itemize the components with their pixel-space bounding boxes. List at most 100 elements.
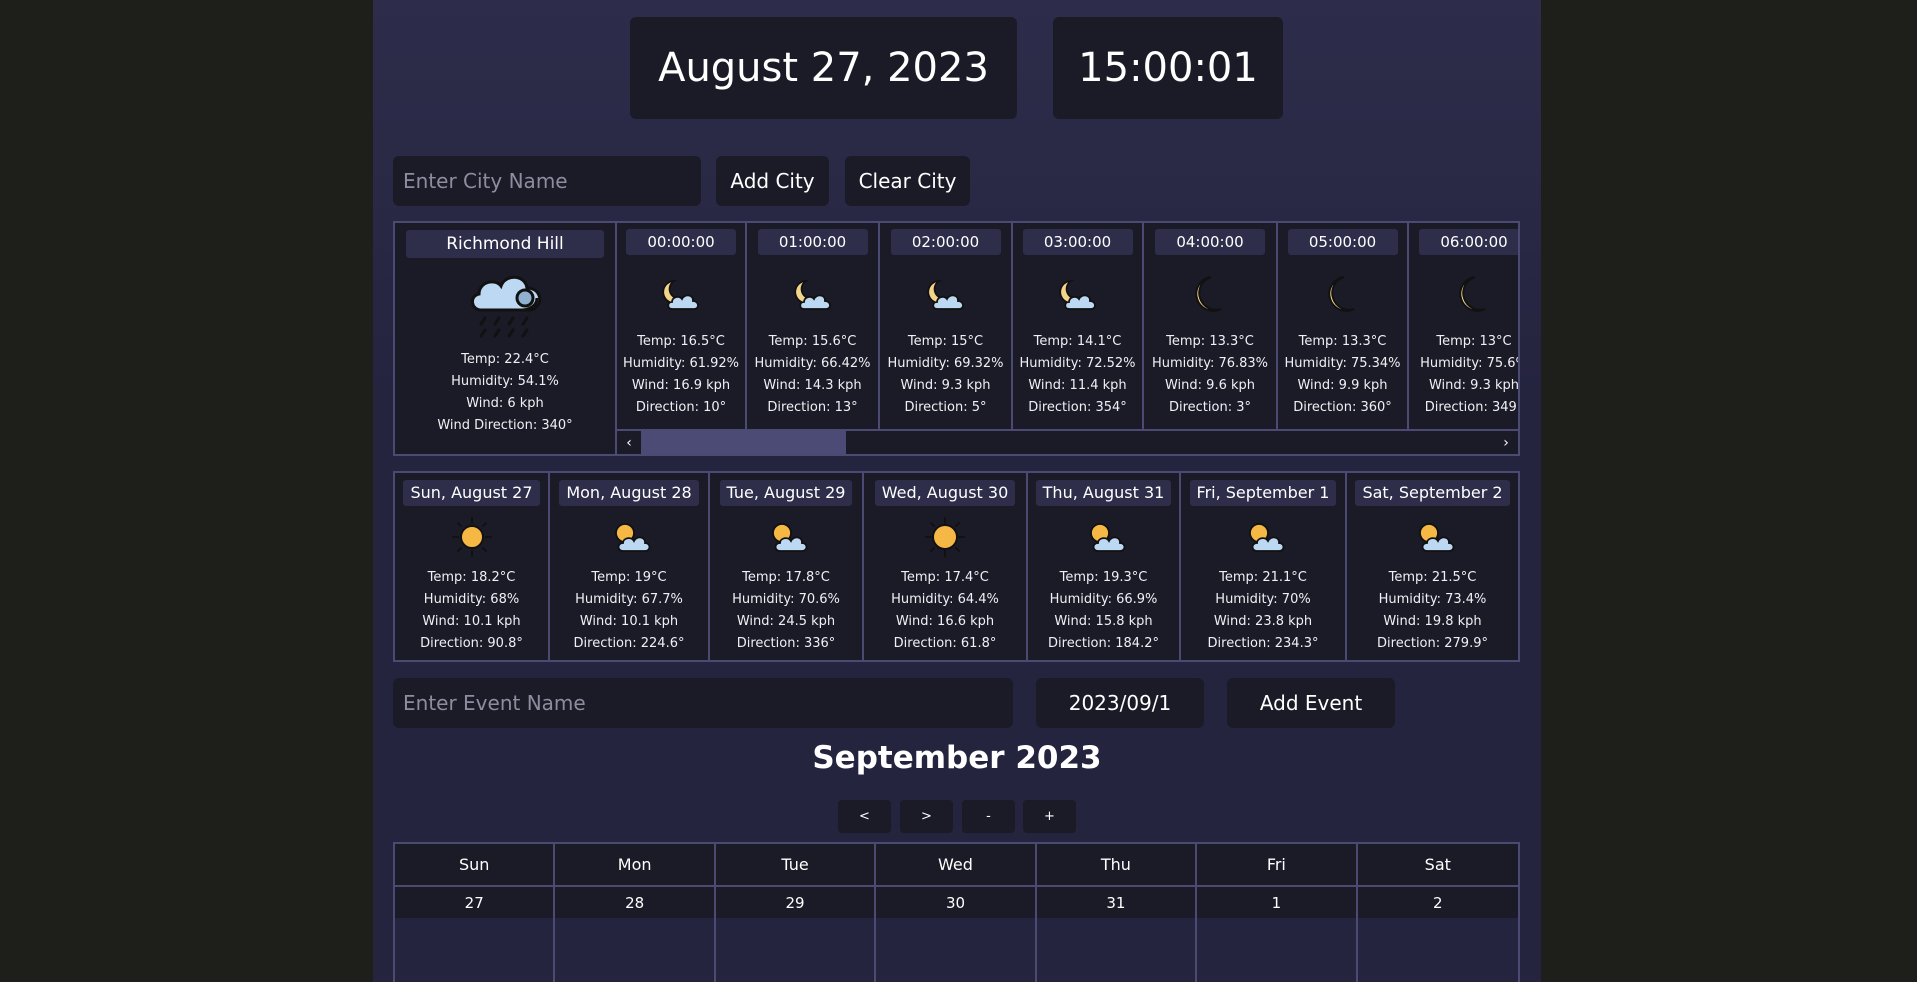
day-wind: Wind: 15.8 kph <box>1054 614 1153 629</box>
day-temp: Temp: 17.8°C <box>742 570 830 585</box>
day-direction: Direction: 279.9° <box>1377 636 1488 651</box>
hour-card: 01:00:00 Temp: 15.6°C Humidity: 66.42% W… <box>747 223 880 429</box>
day-temp: Temp: 19.3°C <box>1059 570 1148 585</box>
calendar-day-number[interactable]: 2 <box>1357 887 1518 918</box>
day-card: Tue, August 29 Temp: 17.8°C Humidity: 70… <box>710 473 864 660</box>
day-temp: Temp: 21.5°C <box>1388 570 1477 585</box>
partly-cloudy-night-icon <box>926 280 964 310</box>
clear-city-button[interactable]: Clear City <box>845 156 970 206</box>
day-temp: Temp: 17.4°C <box>901 570 989 585</box>
day-info: Temp: 18.2°C Humidity: 68% Wind: 10.1 kp… <box>420 567 523 655</box>
hour-temp: Temp: 15°C <box>907 334 984 349</box>
event-date-field[interactable]: 2023/09/1 <box>1036 678 1204 728</box>
current-wind-direction: Wind Direction: 340° <box>437 418 573 433</box>
hourly-scrollbar[interactable]: ‹ › <box>617 429 1518 454</box>
moon-icon <box>1459 276 1486 312</box>
hour-humidity: Humidity: 69.32% <box>887 356 1004 371</box>
hour-humidity: Humidity: 76.83% <box>1151 356 1269 371</box>
day-wind: Wind: 19.8 kph <box>1383 614 1482 629</box>
calendar-day-number[interactable]: 28 <box>555 887 716 918</box>
day-info: Temp: 21.5°C Humidity: 73.4% Wind: 19.8 … <box>1377 567 1488 655</box>
day-date: Sun, August 27 <box>403 480 540 506</box>
hour-temp: Temp: 15.6°C <box>768 334 857 349</box>
calendar-day-number[interactable]: 27 <box>395 887 556 918</box>
partly-cloudy-day-icon <box>1089 523 1125 552</box>
calendar-day-cell[interactable] <box>1036 918 1198 982</box>
moon-icon <box>1327 276 1354 312</box>
day-wind: Wind: 10.1 kph <box>422 614 521 629</box>
day-direction: Direction: 224.6° <box>573 636 685 651</box>
day-direction: Direction: 61.8° <box>893 636 997 651</box>
partly-cloudy-day-icon <box>1249 523 1285 552</box>
day-date: Wed, August 30 <box>874 480 1016 506</box>
day-direction: Direction: 90.8° <box>420 636 523 651</box>
event-name-input[interactable] <box>393 678 1013 728</box>
day-card: Mon, August 28 Temp: 19°C Humidity: 67.7… <box>550 473 710 660</box>
scroll-left-icon[interactable]: ‹ <box>617 431 641 454</box>
day-info: Temp: 19°C Humidity: 67.7% Wind: 10.1 kp… <box>574 567 685 655</box>
current-humidity: Humidity: 54.1% <box>451 374 559 389</box>
day-humidity: Humidity: 68% <box>423 592 520 607</box>
scroll-right-icon[interactable]: › <box>1494 431 1518 454</box>
hour-wind: Wind: 9.3 kph <box>900 378 991 393</box>
calendar-day-number[interactable]: 29 <box>715 887 877 918</box>
day-info: Temp: 17.8°C Humidity: 70.6% Wind: 24.5 … <box>732 567 840 655</box>
weather-app: August 27, 2023 15:00:01 Add City Clear … <box>373 0 1541 982</box>
hour-humidity: Humidity: 66.42% <box>754 356 871 371</box>
calendar-day-cell[interactable] <box>1197 918 1358 982</box>
zoom-in-button[interactable]: + <box>1023 800 1076 833</box>
hour-humidity: Humidity: 75.34% <box>1284 356 1401 371</box>
calendar-day-cell[interactable] <box>876 918 1037 982</box>
add-city-button[interactable]: Add City <box>716 156 829 206</box>
calendar-day-cell[interactable] <box>1357 918 1518 982</box>
day-humidity: Humidity: 70% <box>1215 592 1311 607</box>
hour-direction: Direction: 354° <box>1028 400 1127 415</box>
partly-cloudy-night-icon <box>1058 280 1096 310</box>
day-temp: Temp: 21.1°C <box>1219 570 1307 585</box>
day-date: Mon, August 28 <box>559 480 699 506</box>
day-date: Fri, September 1 <box>1189 480 1337 506</box>
current-date: August 27, 2023 <box>630 17 1017 119</box>
partly-cloudy-night-icon <box>662 280 699 310</box>
calendar-day-number[interactable]: 1 <box>1197 887 1358 918</box>
city-name-input[interactable] <box>393 156 701 206</box>
day-wind: Wind: 10.1 kph <box>579 614 679 629</box>
next-month-button[interactable]: > <box>900 800 953 833</box>
prev-month-button[interactable]: < <box>838 800 891 833</box>
day-info: Temp: 19.3°C Humidity: 66.9% Wind: 15.8 … <box>1048 567 1159 655</box>
day-card: Sat, September 2 Temp: 21.5°C Humidity: … <box>1347 473 1518 660</box>
calendar-day-number[interactable]: 30 <box>876 887 1037 918</box>
scrollbar-thumb[interactable] <box>641 431 846 454</box>
current-wind: Wind: 6 kph <box>466 396 544 411</box>
calendar-day-cell[interactable] <box>715 918 877 982</box>
day-direction: Direction: 184.2° <box>1048 636 1159 651</box>
hour-wind: Wind: 9.9 kph <box>1297 378 1388 393</box>
hour-info: Temp: 14.1°C Humidity: 72.52% Wind: 11.4… <box>1019 331 1135 419</box>
calendar-day-number[interactable]: 31 <box>1036 887 1198 918</box>
calendar-day-cell[interactable] <box>395 918 556 982</box>
hourly-scroll-area[interactable]: 00:00:00 Temp: 16.5°C Humidity: 61.92% W… <box>617 223 1518 454</box>
day-info: Temp: 21.1°C Humidity: 70% Wind: 23.8 kp… <box>1208 567 1319 655</box>
city-name-label: Richmond Hill <box>406 230 604 258</box>
weekday-header: Fri <box>1197 844 1358 887</box>
hour-info: Temp: 15°C Humidity: 69.32% Wind: 9.3 kp… <box>887 331 1003 419</box>
hour-direction: Direction: 13° <box>767 400 858 415</box>
hour-time: 01:00:00 <box>757 229 868 255</box>
day-date: Sat, September 2 <box>1355 480 1510 506</box>
partly-cloudy-day-icon <box>772 523 808 552</box>
zoom-out-button[interactable]: - <box>962 800 1015 833</box>
scrollbar-track[interactable] <box>641 431 1494 454</box>
hour-info: Temp: 16.5°C Humidity: 61.92% Wind: 16.9… <box>623 331 739 419</box>
day-info: Temp: 17.4°C Humidity: 64.4% Wind: 16.6 … <box>891 567 999 655</box>
calendar-day-cell[interactable] <box>555 918 716 982</box>
hour-info: Temp: 13°C Humidity: 75.6% Wind: 9.3 kph… <box>1420 331 1518 419</box>
hour-card: 03:00:00 Temp: 14.1°C Humidity: 72.52% W… <box>1013 223 1144 429</box>
hour-wind: Wind: 14.3 kph <box>763 378 862 393</box>
day-temp: Temp: 19°C <box>591 570 667 585</box>
hour-time: 03:00:00 <box>1022 229 1133 255</box>
weekday-header: Mon <box>555 844 716 887</box>
weekday-header: Thu <box>1036 844 1198 887</box>
day-date: Thu, August 31 <box>1035 480 1172 506</box>
add-event-button[interactable]: Add Event <box>1227 678 1395 728</box>
calendar-grid: Sun Mon Tue Wed Thu Fri Sat 27 28 29 30 … <box>393 842 1520 982</box>
